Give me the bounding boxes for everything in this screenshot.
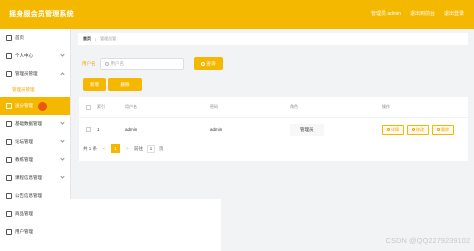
pagination: 共 1 条 < 1 > 前往 1 页 (83, 144, 164, 153)
users-icon (6, 229, 12, 235)
sidebar-item-label: 首页 (15, 35, 24, 40)
gift-icon (6, 103, 12, 109)
column-header: 角色 (290, 104, 298, 109)
chevron-down-icon (60, 120, 65, 125)
sidebar-item-profile[interactable]: 个人中心 (0, 47, 70, 65)
column-header: 用户名 (125, 104, 137, 109)
sidebar-item-label: 个人中心 (15, 53, 33, 58)
detail-button[interactable]: 详情 (382, 124, 404, 135)
sidebar-subitem-label: 管理员管理 (12, 87, 35, 92)
add-button[interactable]: 新增 (83, 78, 106, 91)
add-button-label: 新增 (90, 81, 99, 87)
sidebar-item-label: 课程信息管理 (15, 175, 42, 180)
sidebar-item-admin[interactable]: 管理员管理 (0, 65, 70, 83)
top-header: 摇身服会员管理系统 管理员 admin 退出到前台 退出登录 (0, 0, 474, 29)
sidebar-item-label: 公告信息管理 (15, 193, 42, 198)
breadcrumb-current: 管理员管 (100, 36, 117, 41)
sidebar-subitem-admin[interactable]: 管理员管理 (0, 83, 70, 97)
sidebar-item-forum[interactable]: 论坛管理 (0, 133, 70, 151)
chevron-down-icon (60, 138, 65, 143)
sidebar-item-coach[interactable]: 教练管理 (0, 151, 70, 169)
edit-label: 修改 (416, 126, 424, 132)
data-icon (6, 121, 12, 127)
sidebar-item-course[interactable]: 课程信息管理 (0, 169, 70, 187)
detail-label: 详情 (391, 126, 399, 132)
delete-button[interactable]: 删除 (108, 78, 142, 91)
column-header: 索引 (97, 104, 105, 109)
front-page-link[interactable]: 退出到前台 (410, 10, 435, 17)
watermark: CSDN @QQ2279239102 (385, 236, 470, 245)
search-input[interactable]: 用户名 (99, 57, 184, 70)
logout-link[interactable]: 退出登录 (444, 10, 464, 17)
goto-page-input[interactable]: 1 (147, 144, 156, 153)
search-button[interactable]: 查询 (193, 57, 223, 70)
cell-username: admin (125, 127, 138, 132)
row-actions: 详情 修改 删除 (382, 124, 468, 135)
search-icon (104, 61, 109, 66)
sidebar-item-label: 送分管理 (15, 103, 33, 108)
next-page-button[interactable]: > (124, 146, 130, 151)
sidebar-item-label: 商品管理 (15, 211, 33, 216)
current-user: 管理员 admin (370, 11, 401, 17)
breadcrumb: 首页 / 管理员管 (78, 33, 468, 45)
prev-page-button[interactable]: < (101, 146, 107, 151)
detail-icon (387, 128, 390, 131)
search-button-label: 查询 (206, 60, 216, 66)
edit-button[interactable]: 修改 (407, 124, 429, 135)
cell-password: admin (210, 127, 223, 132)
chevron-down-icon (60, 52, 65, 57)
sidebar-item-label: 管理员管理 (15, 71, 38, 76)
course-icon (6, 175, 12, 181)
chevron-up-icon (60, 72, 65, 77)
search-bar: 用户名 用户名 查询 (82, 57, 223, 70)
table-header: 索引 用户名 密码 角色 操作 (79, 97, 468, 117)
sidebar-item-points[interactable]: 送分管理 (0, 97, 70, 115)
overlay-panel (47, 199, 221, 251)
chevron-down-icon (60, 156, 65, 161)
sidebar-item-label: 教练管理 (15, 157, 33, 162)
sidebar-item-label: 基础数据管理 (15, 121, 42, 126)
pager-total: 共 1 条 (83, 145, 98, 151)
delete-button-label: 删除 (120, 81, 130, 87)
coach-icon (6, 157, 12, 163)
app-title: 摇身服会员管理系统 (9, 11, 74, 18)
column-header: 操作 (382, 104, 390, 109)
breadcrumb-separator: / (95, 36, 97, 42)
chevron-down-icon (60, 174, 65, 179)
sidebar-item-label: 用户管理 (15, 229, 33, 234)
column-header: 密码 (210, 104, 218, 109)
select-all-checkbox[interactable] (85, 104, 91, 110)
sidebar-item-home[interactable]: 首页 (0, 29, 70, 47)
user-icon (6, 53, 12, 59)
cursor-indicator (38, 102, 47, 111)
row-delete-button[interactable]: 删除 (432, 124, 454, 135)
cell-index: 1 (97, 127, 100, 132)
row-delete-label: 删除 (441, 126, 449, 132)
search-label: 用户名 (82, 60, 96, 66)
home-icon (6, 35, 12, 41)
edit-icon (412, 128, 415, 131)
page-unit-label: 页 (159, 145, 164, 151)
breadcrumb-home[interactable]: 首页 (83, 36, 91, 42)
table-row: 1 admin admin 管理员 详情 修改 删除 (79, 117, 468, 141)
forum-icon (6, 139, 12, 145)
search-placeholder: 用户名 (110, 60, 125, 66)
action-bar: 新增 删除 (83, 78, 142, 91)
header-links: 管理员 admin 退出到前台 退出登录 (371, 10, 464, 17)
row-checkbox[interactable] (85, 127, 91, 132)
sidebar-item-label: 论坛管理 (15, 139, 33, 144)
delete-icon (437, 128, 440, 131)
sidebar-item-basedata[interactable]: 基础数据管理 (0, 115, 70, 133)
search-icon (200, 61, 205, 66)
goods-icon (6, 211, 12, 217)
page-number-current[interactable]: 1 (111, 144, 121, 153)
goto-label: 前往 (134, 145, 144, 151)
cell-role: 管理员 (290, 123, 324, 136)
admin-icon (6, 71, 12, 77)
notice-icon (6, 193, 12, 199)
